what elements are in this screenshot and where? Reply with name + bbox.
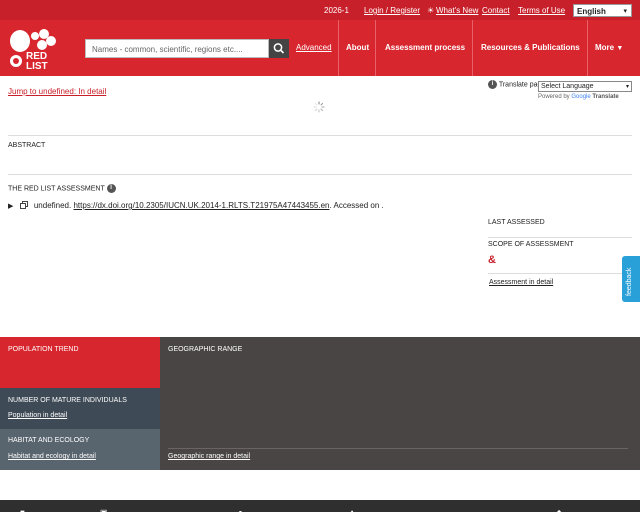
red-list-logo[interactable]: RED LIST bbox=[8, 28, 58, 70]
citation: ▶ undefined. https://dx.doi.org/10.2305/… bbox=[8, 201, 384, 210]
divider bbox=[488, 273, 632, 274]
powered-by-google: Powered by Google Translate bbox=[538, 94, 619, 100]
nav-divider bbox=[587, 20, 588, 76]
whats-new-link[interactable]: What's New bbox=[436, 6, 478, 15]
section-nav-icon[interactable]: ♦ bbox=[350, 508, 354, 512]
nav-more-label: More bbox=[595, 43, 615, 52]
nav-more[interactable]: More ▼ bbox=[595, 43, 623, 52]
search-input[interactable]: Names - common, scientific, regions etc.… bbox=[85, 39, 269, 58]
habitat-ecology-title: HABITAT AND ECOLOGY bbox=[8, 437, 90, 444]
logo-text-list: LIST bbox=[26, 61, 48, 70]
citation-prefix: undefined. bbox=[33, 201, 72, 210]
feedback-label: feedback bbox=[626, 267, 633, 296]
feedback-tab[interactable]: feedback bbox=[622, 256, 640, 302]
abstract-heading: ABSTRACT bbox=[8, 142, 46, 149]
nav-divider bbox=[338, 20, 339, 76]
search-icon bbox=[273, 43, 285, 54]
translate-page-label: i Translate page bbox=[488, 80, 545, 89]
terms-link[interactable]: Terms of Use bbox=[518, 6, 565, 15]
red-list-assessment-heading: THE RED LIST ASSESSMENT i bbox=[8, 184, 116, 193]
geographic-range-in-detail-link[interactable]: Geographic range in detail bbox=[168, 453, 250, 460]
info-icon[interactable]: i bbox=[106, 184, 116, 193]
chevron-down-icon: ▾ bbox=[623, 8, 627, 15]
bottom-section-nav: ■ ▣ ● ♦ ◆ bbox=[0, 500, 640, 512]
section-nav-icon[interactable]: ◆ bbox=[556, 508, 562, 512]
translate-word: Translate bbox=[592, 94, 619, 100]
habitat-in-detail-link[interactable]: Habitat and ecology in detail bbox=[8, 453, 96, 460]
nav-assessment-process[interactable]: Assessment process bbox=[385, 43, 465, 52]
login-register-link[interactable]: Login / Register bbox=[364, 6, 420, 15]
nav-resources-publications[interactable]: Resources & Publications bbox=[481, 43, 580, 52]
mature-individuals-panel: NUMBER OF MATURE INDIVIDUALS Population … bbox=[0, 388, 160, 429]
divider bbox=[8, 135, 632, 136]
translate-language-select[interactable]: Select Language ▾ bbox=[538, 81, 632, 92]
sun-icon: ☀ bbox=[427, 6, 435, 15]
info-icon: i bbox=[488, 80, 497, 89]
mature-individuals-title: NUMBER OF MATURE INDIVIDUALS bbox=[8, 397, 127, 404]
expand-triangle-icon[interactable]: ▶ bbox=[8, 203, 13, 210]
assessment-in-detail-link[interactable]: Assessment in detail bbox=[489, 279, 553, 286]
population-trend-panel: POPULATION TREND bbox=[0, 337, 160, 388]
copy-icon[interactable] bbox=[19, 201, 29, 210]
scope-of-assessment-label: SCOPE OF ASSESSMENT bbox=[488, 241, 574, 248]
chevron-down-icon: ▾ bbox=[625, 84, 629, 90]
contact-link[interactable]: Contact bbox=[482, 6, 510, 15]
geographic-range-title: GEOGRAPHIC RANGE bbox=[168, 346, 243, 353]
search-placeholder: Names - common, scientific, regions etc.… bbox=[92, 45, 243, 54]
nav-divider bbox=[472, 20, 473, 76]
citation-doi-link[interactable]: https://dx.doi.org/10.2305/IUCN.UK.2014-… bbox=[73, 201, 329, 210]
google-logo-text: Google bbox=[571, 94, 591, 100]
last-assessed-label: LAST ASSESSED bbox=[488, 219, 545, 226]
divider bbox=[168, 448, 628, 449]
population-in-detail-link[interactable]: Population in detail bbox=[8, 412, 67, 419]
globe-icon[interactable]: ● bbox=[238, 508, 243, 512]
habitat-ecology-panel: HABITAT AND ECOLOGY Habitat and ecology … bbox=[0, 429, 160, 470]
caret-down-icon: ▼ bbox=[616, 45, 624, 52]
jump-link[interactable]: Jump to undefined: In detail bbox=[8, 87, 106, 96]
section-nav-icon[interactable]: ■ bbox=[20, 508, 25, 512]
loading-spinner-icon bbox=[313, 101, 325, 113]
search-button[interactable] bbox=[269, 39, 289, 58]
population-trend-title: POPULATION TREND bbox=[8, 346, 79, 353]
scope-value: & bbox=[488, 254, 496, 266]
divider bbox=[8, 174, 632, 175]
language-select[interactable]: English ▾ bbox=[573, 4, 632, 17]
section-nav-icon[interactable]: ▣ bbox=[100, 508, 108, 512]
powered-by-label: Powered by bbox=[538, 94, 570, 100]
language-value: English bbox=[577, 7, 606, 16]
advanced-search-link[interactable]: Advanced bbox=[296, 43, 332, 52]
citation-suffix: . Accessed on . bbox=[329, 201, 384, 210]
version-label: 2026-1 bbox=[324, 6, 349, 15]
nav-divider bbox=[375, 20, 376, 76]
red-list-assessment-text: THE RED LIST ASSESSMENT bbox=[8, 185, 105, 193]
translate-select-value: Select Language bbox=[541, 83, 594, 90]
top-utility-bar: 2026-1 Login / Register ☀ What's New Con… bbox=[0, 0, 640, 20]
geographic-range-panel: GEOGRAPHIC RANGE Geographic range in det… bbox=[160, 337, 640, 470]
nav-about[interactable]: About bbox=[346, 43, 369, 52]
divider bbox=[488, 237, 632, 238]
main-header: RED LIST Names - common, scientific, reg… bbox=[0, 20, 640, 76]
